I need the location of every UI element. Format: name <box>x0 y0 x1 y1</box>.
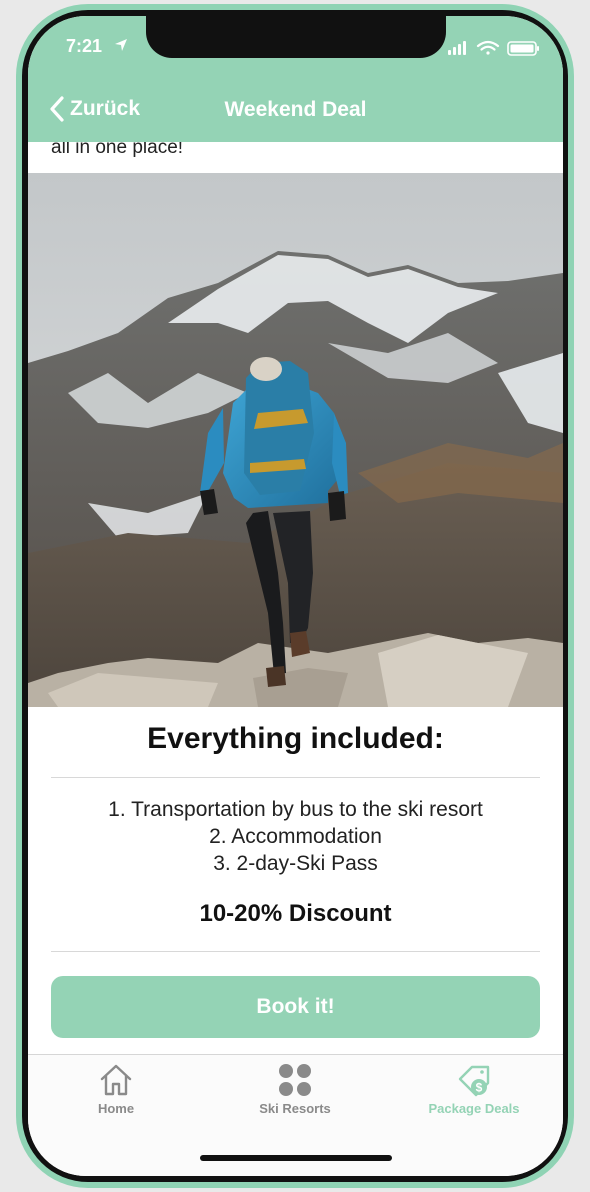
app-screen: 7:21 Zurück Weekend Deal all in one plac… <box>28 16 563 1176</box>
book-button[interactable]: Book it! <box>51 976 540 1038</box>
dots-grid-icon <box>279 1064 311 1096</box>
tab-home[interactable]: Home <box>36 1063 196 1116</box>
status-time: 7:21 <box>66 36 103 56</box>
tab-ski-resorts-label: Ski Resorts <box>259 1101 331 1116</box>
divider-top <box>51 777 540 778</box>
battery-icon <box>507 41 539 56</box>
included-list: 1. Transportation by bus to the ski reso… <box>28 796 563 877</box>
top-bar: 7:21 Zurück Weekend Deal <box>28 16 563 142</box>
home-icon <box>100 1064 132 1096</box>
home-indicator <box>200 1155 392 1161</box>
back-button[interactable]: Zurück <box>50 94 140 124</box>
intro-text: all in one place! <box>51 142 184 158</box>
mountain-hiker-photo <box>28 173 563 707</box>
discount-text: 10-20% Discount <box>199 900 392 927</box>
hero-image <box>28 173 563 707</box>
tab-bar: Home Ski Resorts $ Package Deals <box>28 1054 563 1176</box>
list-item: 3. 2-day-Ski Pass <box>213 852 378 875</box>
price-tag-icon: $ <box>458 1065 490 1097</box>
svg-text:$: $ <box>476 1081 483 1095</box>
page-title: Weekend Deal <box>224 98 367 121</box>
tab-home-label: Home <box>97 1101 135 1116</box>
back-label: Zurück <box>70 97 141 120</box>
deal-content[interactable]: all in one place! Everything included: 1… <box>28 142 563 1054</box>
wifi-icon <box>476 40 500 55</box>
tab-package-deals-label: Package Deals <box>428 1101 520 1116</box>
list-item: 2. Accommodation <box>209 825 382 848</box>
divider-bottom <box>51 951 540 952</box>
signal-icon <box>448 41 466 55</box>
list-item: 1. Transportation by bus to the ski reso… <box>108 798 483 821</box>
chevron-left-icon <box>50 96 64 122</box>
tab-ski-resorts[interactable]: Ski Resorts <box>215 1063 375 1116</box>
tab-package-deals[interactable]: $ Package Deals <box>394 1063 554 1116</box>
status-icons <box>448 40 539 56</box>
included-title: Everything included: <box>147 722 444 755</box>
notch <box>146 16 446 58</box>
location-arrow-icon <box>115 39 127 51</box>
